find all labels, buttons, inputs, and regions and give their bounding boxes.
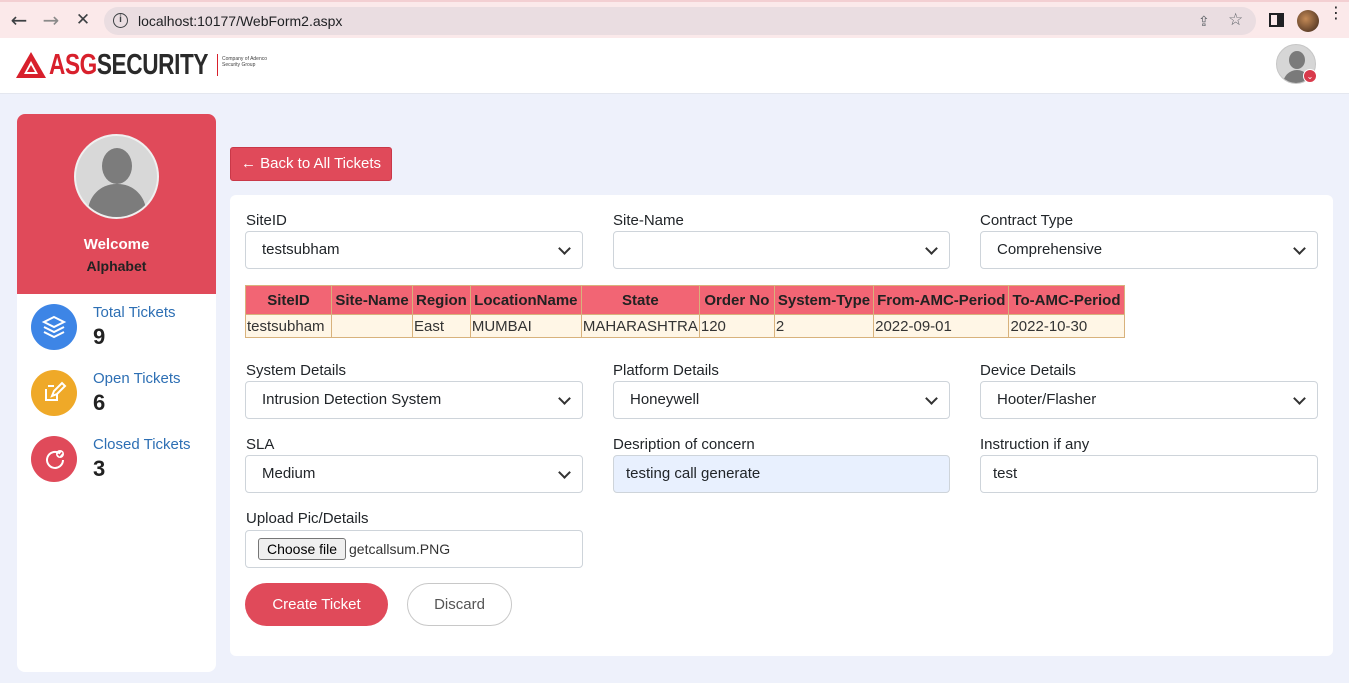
url-text[interactable]: localhost:10177/WebForm2.aspx (138, 13, 342, 29)
description-label: Desription of concern (613, 436, 755, 453)
stat-closed-tickets[interactable]: Closed Tickets 3 (31, 436, 211, 486)
choose-file-button[interactable]: Choose file (258, 538, 347, 560)
logo-divider (217, 54, 218, 76)
stat-label[interactable]: Total Tickets (93, 304, 176, 321)
logo-triangle-icon (16, 52, 46, 78)
stat-count: 6 (93, 390, 106, 415)
stat-label[interactable]: Open Tickets (93, 370, 181, 387)
closed-ticket-icon (31, 436, 77, 482)
app-header: ASGSECURITY Company of Adenco Security G… (0, 38, 1349, 94)
table-cell (331, 314, 413, 338)
browser-menu-icon[interactable]: ⋮ (1328, 6, 1344, 22)
table-cell: MUMBAI (469, 314, 582, 338)
device-details-label: Device Details (980, 362, 1076, 379)
closed-ticket-icon-svg (46, 450, 64, 469)
siteid-label: SiteID (246, 212, 287, 229)
site-details-table: SiteID Site-Name Region LocationName Sta… (245, 285, 1125, 338)
side-panel-icon[interactable] (1269, 13, 1284, 27)
table-header-cell: From-AMC-Period (873, 285, 1010, 315)
avatar-head (1289, 51, 1305, 69)
stat-total-tickets[interactable]: Total Tickets 9 (31, 304, 211, 354)
system-details-label: System Details (246, 362, 347, 379)
user-menu-chevron-icon[interactable]: ⌄ (1303, 69, 1317, 83)
stat-open-tickets[interactable]: Open Tickets 6 (31, 370, 211, 420)
discard-button[interactable]: Discard (407, 583, 512, 626)
table-header-cell: State (580, 285, 700, 315)
back-arrow-icon[interactable]: ← (8, 10, 30, 32)
platform-details-label: Platform Details (613, 362, 719, 379)
table-header-cell: Site-Name (331, 285, 413, 315)
table-header-cell: System-Type (773, 285, 875, 315)
table-cell: testsubham (245, 314, 332, 338)
edit-icon (31, 370, 77, 416)
site-info-icon[interactable]: i (113, 13, 128, 28)
table-header-cell: LocationName (469, 285, 582, 315)
brand-tagline: Company of Adenco Security Group (222, 56, 268, 68)
stop-loading-icon[interactable]: ✕ (72, 10, 94, 32)
stat-label[interactable]: Closed Tickets (93, 436, 191, 453)
back-to-all-tickets-button[interactable]: ← Back to All Tickets (230, 147, 392, 181)
siteid-select[interactable]: testsubham (245, 231, 583, 269)
table-header-row: SiteID Site-Name Region LocationName Sta… (245, 285, 1125, 315)
sla-select[interactable]: Medium (245, 455, 583, 493)
table-cell: 2022-09-01 (873, 314, 1010, 338)
stat-count: 9 (93, 324, 106, 349)
system-details-select[interactable]: Intrusion Detection System (245, 381, 583, 419)
table-cell: 2 (773, 314, 875, 338)
table-cell: East (412, 314, 471, 338)
bookmark-star-icon[interactable]: ☆ (1228, 10, 1243, 30)
welcome-text: Welcome (83, 236, 150, 253)
table-row: testsubham East MUMBAI MAHARASHTRA 120 2… (245, 314, 1125, 338)
instruction-label: Instruction if any (980, 436, 1090, 453)
share-icon[interactable]: ⇪ (1198, 13, 1210, 30)
profile-avatar-body (88, 184, 146, 217)
layers-icon-svg (41, 315, 67, 339)
profile-avatar (74, 134, 159, 219)
stat-count: 3 (93, 456, 106, 481)
selected-file-name: getcallsum.PNG (349, 541, 451, 557)
file-upload-input[interactable]: Choose file getcallsum.PNG (245, 530, 583, 568)
table-cell: 120 (698, 314, 775, 338)
platform-details-select[interactable]: Honeywell (613, 381, 950, 419)
edit-icon-svg (45, 381, 67, 401)
instruction-input[interactable]: test (980, 455, 1318, 493)
sla-label: SLA (246, 436, 275, 453)
create-ticket-button[interactable]: Create Ticket (245, 583, 388, 626)
upload-label: Upload Pic/Details (246, 510, 369, 527)
browser-toolbar: ← → ✕ i localhost:10177/WebForm2.aspx ⇪ … (0, 0, 1349, 38)
sitename-select[interactable] (613, 231, 950, 269)
table-cell: 2022-10-30 (1008, 314, 1125, 338)
table-header-cell: Region (412, 285, 471, 315)
contract-type-label: Contract Type (980, 212, 1074, 229)
table-header-cell: To-AMC-Period (1008, 285, 1125, 315)
browser-profile-avatar[interactable] (1297, 10, 1319, 32)
description-input[interactable]: testing call generate (613, 455, 950, 493)
profile-panel: Welcome Alphabet (17, 114, 216, 294)
forward-arrow-icon[interactable]: → (40, 10, 62, 32)
contract-type-select[interactable]: Comprehensive (980, 231, 1318, 269)
table-header-cell: SiteID (245, 285, 332, 315)
device-details-select[interactable]: Hooter/Flasher (980, 381, 1318, 419)
sitename-label: Site-Name (613, 212, 684, 229)
profile-avatar-head (102, 148, 132, 184)
brand-name: ASGSECURITY (49, 49, 209, 81)
sidebar: Welcome Alphabet Total Tickets 9 Open Ti… (17, 114, 216, 672)
table-cell: MAHARASHTRA (580, 314, 700, 338)
username: Alphabet (86, 258, 147, 274)
address-bar[interactable]: i localhost:10177/WebForm2.aspx ⇪ ☆ (104, 7, 1256, 35)
layers-icon (31, 304, 77, 350)
table-header-cell: Order No (698, 285, 775, 315)
